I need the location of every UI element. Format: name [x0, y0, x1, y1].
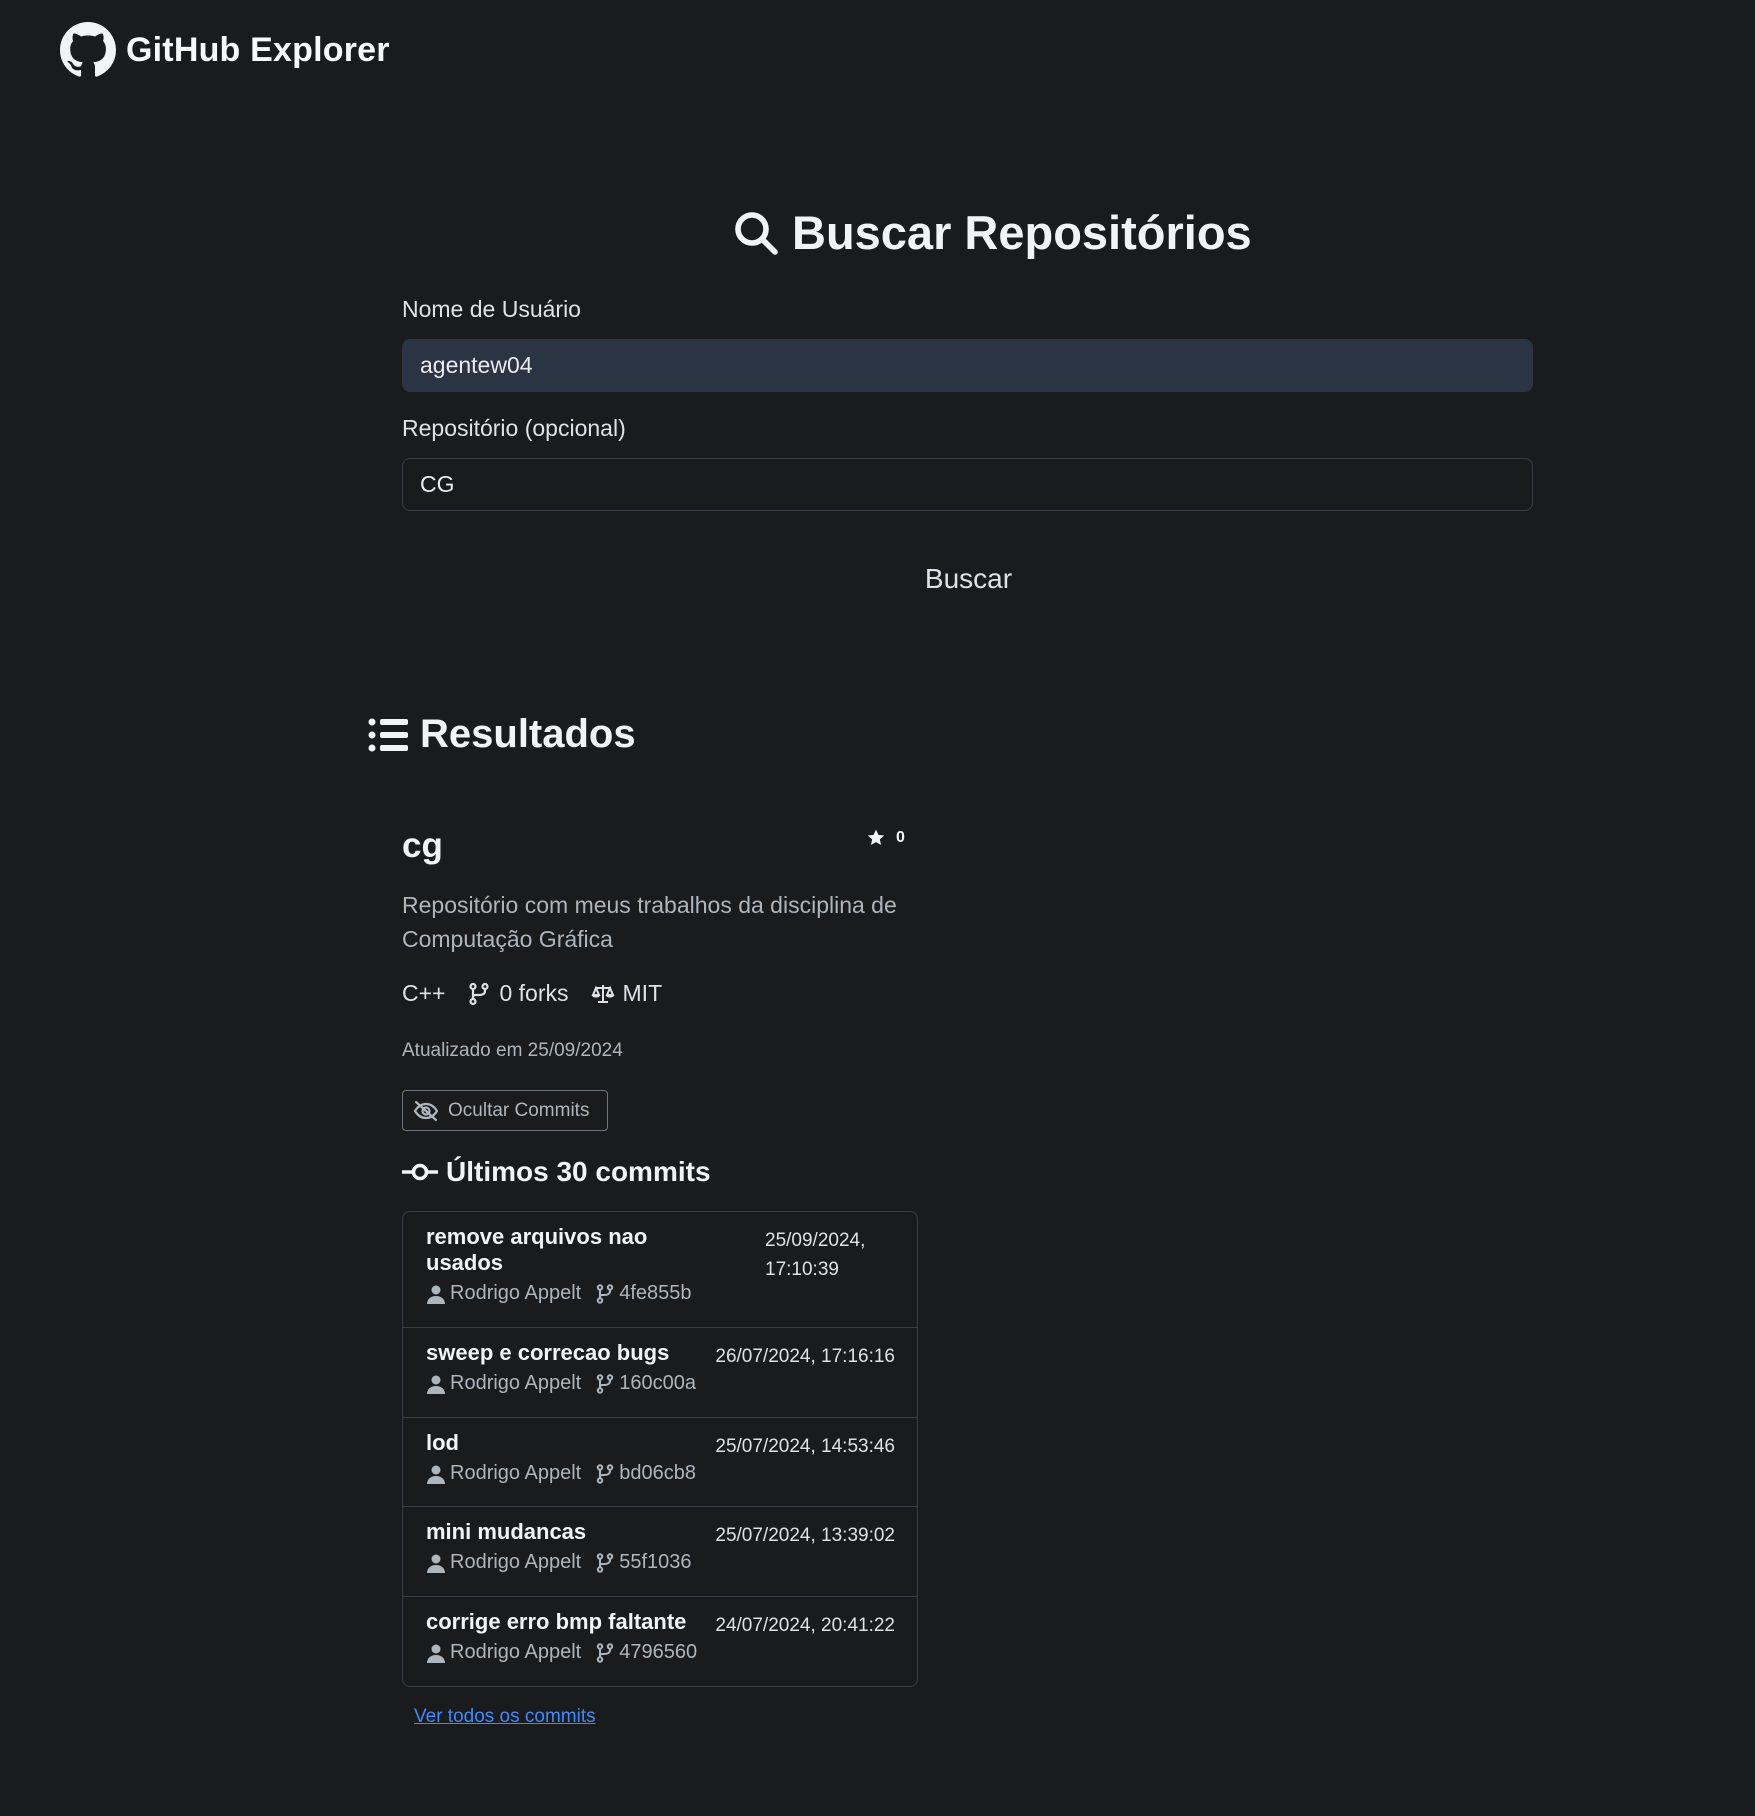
repo-description: Repositório com meus trabalhos da discip…	[402, 892, 897, 952]
commit-sha: 4fe855b	[595, 1282, 692, 1305]
commit-author-name: Rodrigo Appelt	[450, 1462, 582, 1484]
commit-date: 24/07/2024, 20:41:22	[715, 1615, 895, 1636]
hide-commits-button[interactable]: Ocultar Commits	[402, 1090, 608, 1131]
commit-item[interactable]: mini mudancas 25/07/2024, 13:39:02 Rodri…	[403, 1507, 917, 1597]
list-icon	[368, 718, 408, 751]
commit-sha-value: 4fe855b	[619, 1282, 692, 1304]
user-icon	[427, 1644, 445, 1663]
star-count-value: 0	[896, 829, 905, 846]
results-heading: Resultados	[368, 712, 636, 757]
commit-author-name: Rodrigo Appelt	[450, 1372, 582, 1394]
commit-meta: Rodrigo Appelt 4fe855b	[426, 1282, 894, 1305]
fork-icon	[469, 982, 490, 1005]
commit-author-name: Rodrigo Appelt	[450, 1551, 582, 1573]
commit-meta: Rodrigo Appelt 160c00a	[426, 1372, 894, 1395]
view-all-commits-link[interactable]: Ver todos os commits	[414, 1706, 596, 1728]
commit-author-name: Rodrigo Appelt	[450, 1641, 582, 1663]
star-icon	[867, 829, 885, 845]
branch-icon	[597, 1642, 614, 1663]
commit-item[interactable]: corrige erro bmp faltante 24/07/2024, 20…	[403, 1597, 917, 1686]
branch-icon	[597, 1283, 614, 1304]
repo-input[interactable]: CG	[402, 458, 1533, 511]
star-count: 0	[866, 828, 905, 848]
commit-sha-value: 160c00a	[619, 1372, 696, 1394]
repo-name[interactable]: cg	[402, 826, 443, 866]
commit-author: Rodrigo Appelt	[426, 1462, 581, 1485]
repo-meta: C++ 0 forks MIT	[402, 980, 662, 1007]
search-heading: Buscar Repositórios	[732, 205, 1252, 260]
commit-item[interactable]: sweep e correcao bugs 26/07/2024, 17:16:…	[403, 1328, 917, 1418]
commit-date: 25/09/2024, 17:10:39	[765, 1230, 866, 1280]
branch-icon	[597, 1552, 614, 1573]
commit-date: 26/07/2024, 17:16:16	[715, 1346, 895, 1367]
commit-message: remove arquivos nao usados	[426, 1224, 648, 1275]
user-icon	[427, 1554, 445, 1573]
commit-author: Rodrigo Appelt	[426, 1641, 581, 1664]
username-label: Nome de Usuário	[402, 296, 581, 322]
commit-author: Rodrigo Appelt	[426, 1372, 581, 1395]
commit-date: 25/07/2024, 13:39:02	[715, 1525, 895, 1546]
search-icon	[735, 211, 778, 255]
username-input[interactable]: agentew04	[402, 339, 1533, 392]
commit-meta: Rodrigo Appelt bd06cb8	[426, 1462, 894, 1485]
commit-author-name: Rodrigo Appelt	[450, 1282, 582, 1304]
commit-meta: Rodrigo Appelt 55f1036	[426, 1551, 894, 1574]
repo-language: C++	[402, 980, 446, 1006]
eye-slash-icon	[413, 1100, 439, 1121]
search-button[interactable]: Buscar	[900, 558, 1037, 600]
user-icon	[427, 1465, 445, 1484]
navbar: GitHub Explorer	[60, 20, 390, 80]
commit-meta: Rodrigo Appelt 4796560	[426, 1641, 894, 1664]
commit-sha-value: bd06cb8	[619, 1462, 696, 1484]
repo-forks-label: 0 forks	[499, 980, 569, 1006]
branch-icon	[597, 1463, 614, 1484]
commit-sha: bd06cb8	[595, 1462, 696, 1485]
repo-forks: 0 forks	[467, 980, 569, 1007]
commit-item[interactable]: remove arquivos nao usados 25/09/2024, 1…	[403, 1212, 917, 1328]
commits-heading: Últimos 30 commits	[402, 1156, 711, 1188]
commit-sha: 4796560	[595, 1641, 697, 1664]
balance-scale-icon	[590, 984, 615, 1003]
commit-sha: 160c00a	[595, 1372, 696, 1395]
github-logo-icon[interactable]	[60, 22, 116, 78]
branch-icon	[597, 1373, 614, 1394]
search-title: Buscar Repositórios	[792, 206, 1252, 259]
commit-list: remove arquivos nao usados 25/09/2024, 1…	[402, 1211, 918, 1687]
commit-sha-value: 4796560	[619, 1641, 698, 1663]
user-icon	[427, 1285, 445, 1304]
app-title[interactable]: GitHub Explorer	[126, 31, 390, 70]
user-icon	[427, 1375, 445, 1394]
repo-updated: Atualizado em 25/09/2024	[402, 1040, 623, 1061]
commit-sha: 55f1036	[595, 1551, 692, 1574]
commit-sha-value: 55f1036	[619, 1551, 692, 1573]
commit-item[interactable]: lod 25/07/2024, 14:53:46 Rodrigo Appelt …	[403, 1418, 917, 1507]
repo-license-label: MIT	[622, 980, 663, 1006]
commit-author: Rodrigo Appelt	[426, 1551, 581, 1574]
commit-author: Rodrigo Appelt	[426, 1282, 581, 1305]
results-title: Resultados	[420, 712, 636, 756]
repo-license: MIT	[590, 980, 663, 1007]
hide-commits-label: Ocultar Commits	[448, 1099, 590, 1121]
commits-title: Últimos 30 commits	[446, 1156, 711, 1187]
commit-date: 25/07/2024, 14:53:46	[715, 1436, 895, 1457]
repo-label: Repositório (opcional)	[402, 415, 626, 441]
commit-icon	[402, 1163, 438, 1181]
